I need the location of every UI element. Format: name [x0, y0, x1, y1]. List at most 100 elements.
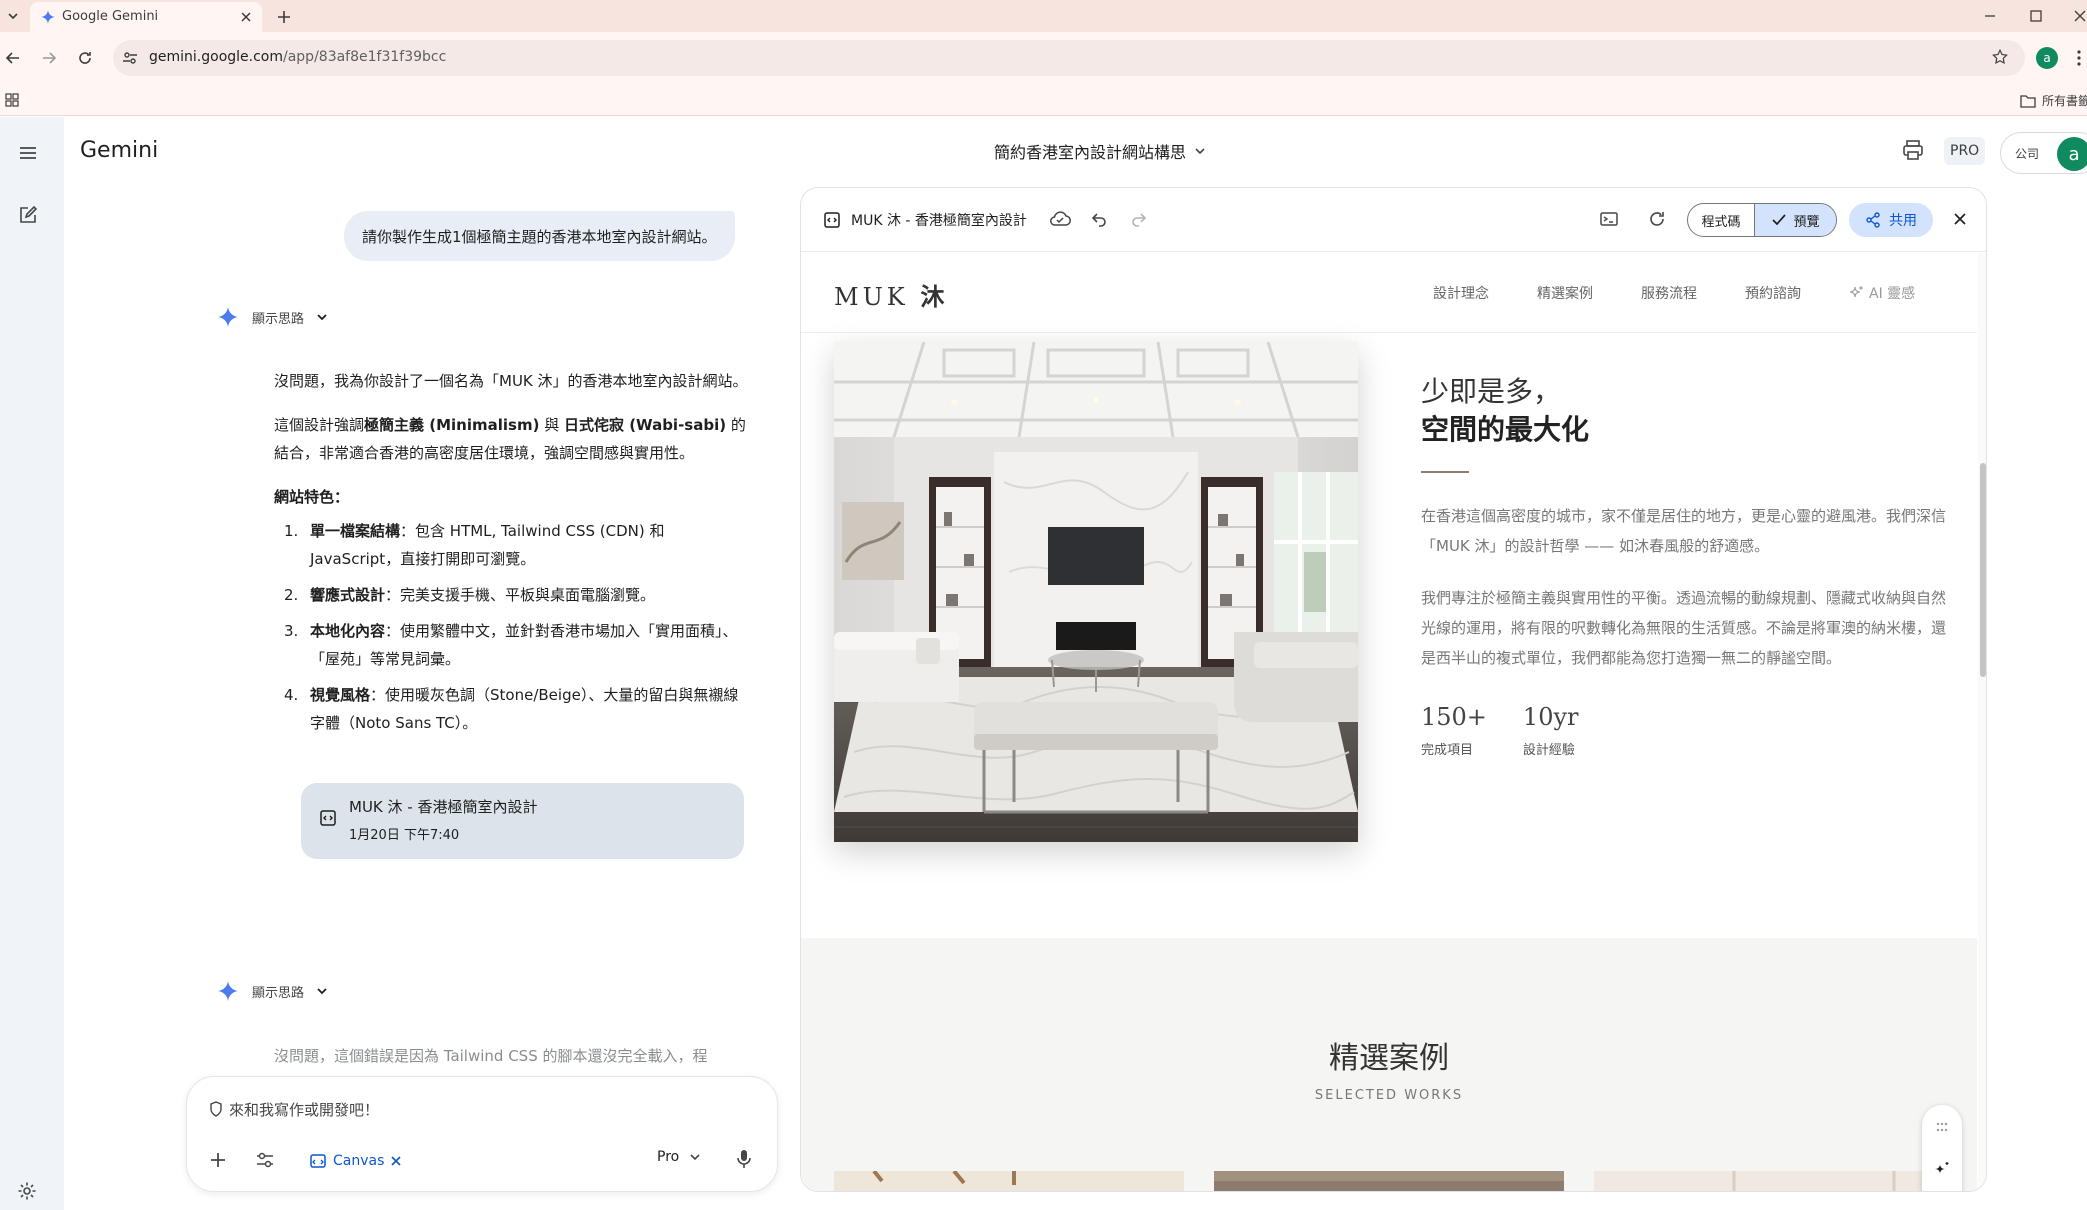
- new-chat-icon[interactable]: [18, 205, 38, 225]
- stat-label: 完成項目: [1421, 743, 1474, 758]
- work-thumbnail[interactable]: [1214, 1171, 1564, 1191]
- stat-projects: 150+ 完成項目: [1421, 703, 1487, 758]
- work-thumbnail[interactable]: [1594, 1171, 1944, 1191]
- selected-works-section: 精選案例 SELECTED WORKS: [801, 938, 1977, 1191]
- site-navbar: MUK 沐 設計理念 精選案例 服務流程 預約諮詢 AI 靈感: [801, 253, 1977, 333]
- browser-toolbar: gemini.google.com/app/83af8e1f31f39bcc a: [0, 32, 2087, 84]
- redo-icon[interactable]: [1129, 209, 1149, 229]
- gemini-spark-icon: [217, 980, 239, 1002]
- site-info-icon[interactable]: [121, 49, 139, 67]
- settings-icon[interactable]: [17, 1181, 37, 1201]
- features-heading: 網站特色：: [274, 488, 350, 506]
- show-thoughts-toggle[interactable]: 顯示思路: [216, 979, 328, 1003]
- prompt-composer[interactable]: 來和我寫作或開發吧！ Canvas Pro: [186, 1076, 778, 1192]
- stat-value: 150+: [1421, 703, 1487, 731]
- show-thoughts-toggle[interactable]: 顯示思路: [216, 305, 328, 329]
- list-item: 4. 視覺風格：使用暖灰色調（Stone/Beige）、大量的留白與無襯線字體（N…: [284, 686, 739, 732]
- close-icon[interactable]: [390, 1155, 402, 1167]
- user-message-bubble: 請你製作生成1個極簡主題的香港本地室內設計網站。: [344, 211, 735, 261]
- apps-icon[interactable]: [5, 93, 19, 107]
- tab-code[interactable]: 程式碼: [1688, 204, 1754, 236]
- list-item: 2. 響應式設計：完美支援手機、平板與桌面電腦瀏覽。: [284, 586, 656, 604]
- share-icon: [1866, 212, 1880, 228]
- account-switcher[interactable]: 公司 a: [2000, 132, 2087, 174]
- address-bar[interactable]: gemini.google.com/app/83af8e1f31f39bcc: [113, 40, 2025, 76]
- site-nav-link[interactable]: 精選案例: [1537, 283, 1593, 303]
- side-rail: [0, 117, 64, 1210]
- canvas-icon: [310, 1154, 326, 1168]
- code-doc-icon: [823, 211, 841, 229]
- canvas-toolbar: MUK 沐 - 香港極簡室內設計 程式碼 預覽 共用: [801, 188, 1986, 252]
- avatar: a: [2057, 137, 2087, 171]
- canvas-chip[interactable]: Canvas: [303, 1147, 408, 1175]
- console-icon[interactable]: [1599, 209, 1619, 229]
- site-nav-ai-link[interactable]: AI 靈感: [1849, 283, 1915, 303]
- show-thoughts-label: 顯示思路: [252, 985, 305, 1001]
- browser-tab-gemini[interactable]: Google Gemini: [30, 2, 262, 32]
- chevron-down-icon: [1195, 148, 1205, 155]
- close-icon: [2074, 10, 2086, 22]
- canvas-artifact-card[interactable]: MUK 沐 - 香港極簡室內設計 1月20日 下午7:40: [301, 783, 744, 859]
- code-doc-icon: [319, 809, 337, 827]
- pro-badge[interactable]: PRO: [1944, 137, 1986, 165]
- shield-icon: [209, 1101, 223, 1117]
- tab-preview[interactable]: 預覽: [1754, 204, 1836, 236]
- mic-icon[interactable]: [735, 1147, 753, 1171]
- browser-profile-avatar[interactable]: a: [2036, 47, 2058, 69]
- drag-handle-icon[interactable]: [1934, 1119, 1950, 1135]
- forward-button[interactable]: [36, 45, 62, 71]
- close-icon[interactable]: [1951, 210, 1969, 228]
- window-maximize-button[interactable]: [2026, 6, 2046, 26]
- site-nav-ai-label: AI 靈感: [1869, 286, 1916, 302]
- tab-title: Google Gemini: [62, 9, 159, 24]
- undo-icon[interactable]: [1089, 209, 1109, 229]
- work-thumbnail[interactable]: [834, 1171, 1184, 1191]
- stat-label: 設計經驗: [1522, 743, 1575, 758]
- site-nav-link[interactable]: 預約諮詢: [1745, 283, 1801, 303]
- chevron-down-icon: [317, 314, 327, 321]
- print-icon[interactable]: [1902, 139, 1924, 161]
- star-icon[interactable]: [1991, 48, 2009, 66]
- stats-row: 150+ 完成項目 10yr 設計經驗: [1421, 703, 1951, 758]
- gemini-brand[interactable]: Gemini: [80, 138, 158, 163]
- site-nav-links: 設計理念 精選案例 服務流程 預約諮詢 AI 靈感: [1433, 283, 1915, 303]
- back-button[interactable]: [0, 45, 26, 71]
- menu-icon[interactable]: [16, 141, 40, 165]
- reload-button[interactable]: [72, 45, 98, 71]
- list-item: 1. 單一檔案結構：包含 HTML, Tailwind CSS (CDN) 和 J…: [284, 522, 665, 568]
- prompt-input[interactable]: 來和我寫作或開發吧！: [229, 1099, 379, 1120]
- model-label: Pro: [657, 1149, 680, 1165]
- minimize-icon: [1985, 15, 1995, 17]
- tab-list-button[interactable]: [2, 5, 24, 27]
- canvas-chip-label: Canvas: [333, 1153, 385, 1169]
- site-logo-cjk: 沐: [920, 282, 949, 311]
- url-text: gemini.google.com/app/83af8e1f31f39bcc: [149, 49, 447, 65]
- stat-value: 10yr: [1522, 703, 1579, 731]
- preview-scrollbar[interactable]: [1978, 253, 1986, 1191]
- new-tab-button[interactable]: [272, 5, 296, 29]
- model-picker[interactable]: Pro: [657, 1149, 701, 1165]
- site-logo[interactable]: MUK 沐: [834, 277, 948, 312]
- conversation-title-button[interactable]: 簡約香港室內設計網站構思: [994, 139, 1206, 163]
- tab-preview-label: 預覽: [1793, 214, 1820, 230]
- window-close-button[interactable]: [2070, 6, 2087, 26]
- scrollbar-thumb[interactable]: [1980, 463, 1986, 677]
- plus-icon[interactable]: [207, 1149, 229, 1171]
- cloud-icon[interactable]: [1049, 209, 1071, 229]
- window-minimize-button[interactable]: [1980, 6, 2000, 26]
- browser-menu-icon[interactable]: [2074, 46, 2084, 70]
- hero-heading-line1: 少即是多，: [1421, 375, 1562, 408]
- folder-icon: [2020, 94, 2036, 108]
- works-title: 精選案例: [1329, 1041, 1449, 1076]
- tools-icon[interactable]: [255, 1151, 275, 1169]
- view-mode-toggle: 程式碼 預覽: [1687, 203, 1837, 237]
- site-nav-link[interactable]: 服務流程: [1641, 283, 1697, 303]
- all-bookmarks-button[interactable]: 所有書籤: [2020, 92, 2087, 109]
- site-nav-link[interactable]: 設計理念: [1433, 283, 1489, 303]
- tab-close-icon[interactable]: [238, 9, 254, 25]
- model-response-partial: 沒問題，這個錯誤是因為 Tailwind CSS 的腳本還沒完全載入，程: [274, 1047, 708, 1065]
- hero-paragraph: 我們專注於極簡主義與實用性的平衡。透過流暢的動線規劃、隱藏式收納與自然光線的運用…: [1421, 589, 1947, 667]
- share-button[interactable]: 共用: [1849, 203, 1933, 237]
- refresh-icon[interactable]: [1647, 209, 1667, 229]
- sparkle-edit-icon[interactable]: [1934, 1161, 1950, 1177]
